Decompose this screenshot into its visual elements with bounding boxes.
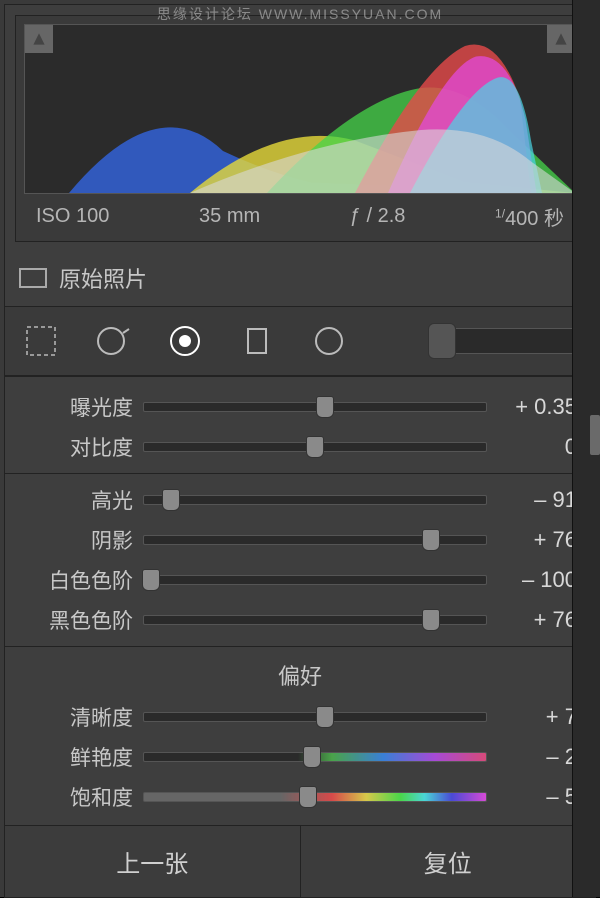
saturation-label: 饱和度 [23, 782, 133, 812]
highlights-value: – 91 [497, 487, 577, 513]
exif-aperture: ƒ / 2.8 [350, 205, 406, 228]
histogram-panel: ISO 100 35 mm ƒ / 2.8 1/400 秒 [15, 15, 585, 242]
original-photo-row[interactable]: 原始照片 [5, 252, 595, 298]
original-label: 原始照片 [59, 262, 147, 294]
exif-info: ISO 100 35 mm ƒ / 2.8 1/400 秒 [24, 194, 576, 233]
blacks-slider[interactable] [143, 615, 487, 625]
clarity-slider[interactable] [143, 712, 487, 722]
vibrance-label: 鲜艳度 [23, 742, 133, 772]
graduated-filter-tool[interactable] [235, 319, 279, 363]
exif-focal: 35 mm [199, 205, 260, 228]
saturation-value: – 5 [497, 784, 577, 810]
shadows-value: + 76 [497, 527, 577, 553]
blacks-label: 黑色色阶 [23, 605, 133, 635]
whites-value: – 100 [497, 567, 577, 593]
redeye-tool[interactable] [163, 319, 207, 363]
switch-knob [428, 323, 456, 359]
vibrance-value: – 2 [497, 744, 577, 770]
develop-panel: ISO 100 35 mm ƒ / 2.8 1/400 秒 原始照片 [4, 4, 596, 898]
histogram[interactable] [24, 24, 576, 194]
saturation-slider[interactable] [143, 792, 487, 802]
clarity-label: 清晰度 [23, 702, 133, 732]
radial-filter-tool[interactable] [307, 319, 351, 363]
contrast-slider[interactable] [143, 442, 487, 452]
exposure-label: 曝光度 [23, 392, 133, 422]
reset-button[interactable]: 复位 [301, 826, 596, 897]
crop-tool[interactable] [19, 319, 63, 363]
tool-strip [5, 306, 595, 376]
exposure-value: + 0.35 [497, 394, 577, 420]
contrast-label: 对比度 [23, 432, 133, 462]
spot-removal-tool[interactable] [91, 319, 135, 363]
vibrance-slider[interactable] [143, 752, 487, 762]
shadows-label: 阴影 [23, 525, 133, 555]
whites-label: 白色色阶 [23, 565, 133, 595]
watermark-text: 思缘设计论坛 WWW.MISSYUAN.COM [157, 4, 443, 24]
previous-button[interactable]: 上一张 [5, 826, 301, 897]
whites-slider[interactable] [143, 575, 487, 585]
highlights-slider[interactable] [143, 495, 487, 505]
preference-header: 偏好 [23, 653, 577, 697]
contrast-value: 0 [497, 434, 577, 460]
right-scrollbar[interactable] [572, 0, 600, 897]
clarity-value: + 7 [497, 704, 577, 730]
footer-buttons: 上一张 复位 [5, 825, 595, 897]
exif-shutter: 1/400 秒 [495, 202, 564, 231]
shadow-clip-indicator[interactable] [25, 25, 53, 53]
adjustment-brush-switch[interactable] [431, 328, 581, 354]
basic-sliders: 曝光度 + 0.35 对比度 0 高光 – 91 阴影 + 76 白色 [5, 376, 595, 825]
rectangle-icon [19, 268, 47, 288]
exposure-slider[interactable] [143, 402, 487, 412]
scrollbar-thumb[interactable] [590, 415, 600, 455]
exif-iso: ISO 100 [36, 205, 109, 228]
blacks-value: + 76 [497, 607, 577, 633]
highlights-label: 高光 [23, 485, 133, 515]
highlight-clip-indicator[interactable] [547, 25, 575, 53]
histogram-graph [25, 25, 575, 193]
shadows-slider[interactable] [143, 535, 487, 545]
